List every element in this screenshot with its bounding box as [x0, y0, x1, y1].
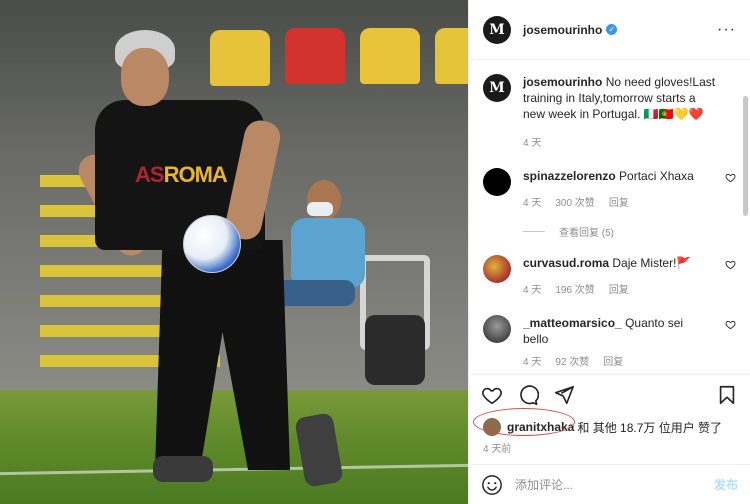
- caption-username[interactable]: josemourinho: [523, 75, 602, 89]
- comment-likes[interactable]: 196 次赞: [555, 283, 594, 299]
- comment-meta: 4 天 196 次赞 回复: [523, 283, 714, 299]
- comment-like-button[interactable]: [714, 255, 736, 299]
- like-icon[interactable]: [481, 384, 503, 406]
- comment-meta: 4 天 92 次赞 回复: [523, 355, 704, 371]
- comment-likes[interactable]: 300 次赞: [555, 196, 594, 212]
- avatar[interactable]: [483, 315, 511, 343]
- caption-flags: 🇮🇹🇵🇹💛❤️: [643, 107, 704, 121]
- view-replies[interactable]: 查看回复 (5): [523, 224, 736, 239]
- add-comment-bar: 添加评论... 发布: [469, 464, 750, 504]
- comment-time[interactable]: 4 天: [523, 283, 541, 299]
- comment-likes[interactable]: 92 次赞: [555, 355, 589, 371]
- post-photo[interactable]: ASROMA: [0, 0, 468, 504]
- verified-icon: ✓: [606, 24, 618, 35]
- comment-item: curvasud.roma Daje Mister!🚩 4 天 196 次赞 回…: [483, 255, 736, 299]
- comment-icon[interactable]: [517, 384, 539, 406]
- post-header: M josemourinho ✓ ···: [469, 0, 750, 60]
- post-dialog: ASROMA M josemourinho ✓ ··· M josemourin…: [0, 0, 750, 504]
- emoji-icon[interactable]: [481, 474, 503, 496]
- caption: M josemourinho No need gloves!Last train…: [483, 74, 736, 152]
- shirt-logo: ASROMA: [135, 162, 228, 187]
- highlight-oval: [473, 408, 575, 436]
- comment-time[interactable]: 4 天: [523, 355, 541, 371]
- post-side-panel: M josemourinho ✓ ··· M josemourinho No n…: [468, 0, 750, 504]
- posted-time[interactable]: 4 天前: [469, 440, 750, 456]
- reply-button[interactable]: 回复: [603, 355, 623, 371]
- avatar[interactable]: [483, 168, 511, 196]
- heart-icon: [725, 173, 736, 183]
- avatar[interactable]: [483, 255, 511, 283]
- comment-input[interactable]: 添加评论...: [515, 476, 573, 493]
- avatar[interactable]: M: [483, 74, 511, 102]
- comment-like-button[interactable]: [714, 315, 736, 371]
- comment-like-button[interactable]: [714, 168, 736, 212]
- avatar[interactable]: M: [483, 15, 511, 44]
- caption-time[interactable]: 4 天: [523, 136, 541, 152]
- coach-figure: ASROMA: [73, 30, 345, 490]
- comment-meta: 4 天 300 次赞 回复: [523, 196, 714, 212]
- black-bag: [365, 315, 425, 385]
- likes-text[interactable]: 和 其他 18.7万 位用户 赞了: [577, 419, 722, 436]
- reply-button[interactable]: 回复: [609, 283, 629, 299]
- comment-item: _matteomarsico_ Quanto sei bello 4 天 92 …: [483, 315, 736, 371]
- comments-list[interactable]: M josemourinho No need gloves!Last train…: [469, 60, 750, 374]
- heart-icon: [725, 320, 736, 330]
- comment-text: Portaci Xhaxa: [619, 169, 694, 183]
- caption-meta: 4 天: [523, 136, 720, 152]
- heart-icon: [725, 260, 736, 270]
- comment-username[interactable]: spinazzelorenzo: [523, 169, 616, 183]
- header-username[interactable]: josemourinho: [523, 23, 602, 37]
- comment-username[interactable]: _matteomarsico_: [523, 316, 622, 330]
- stadium-seat: [360, 28, 420, 84]
- comment-time[interactable]: 4 天: [523, 196, 541, 212]
- post-button[interactable]: 发布: [714, 476, 738, 493]
- football: [183, 215, 241, 273]
- reply-button[interactable]: 回复: [609, 196, 629, 212]
- comment-username[interactable]: curvasud.roma: [523, 256, 609, 270]
- save-icon[interactable]: [716, 384, 738, 406]
- share-icon[interactable]: [553, 384, 575, 406]
- comment-item: spinazzelorenzo Portaci Xhaxa 4 天 300 次赞…: [483, 168, 736, 212]
- stadium-seat: [435, 28, 468, 84]
- scrollbar[interactable]: [743, 96, 748, 216]
- more-options-button[interactable]: ···: [717, 21, 736, 39]
- comment-text: Daje Mister!🚩: [612, 256, 692, 270]
